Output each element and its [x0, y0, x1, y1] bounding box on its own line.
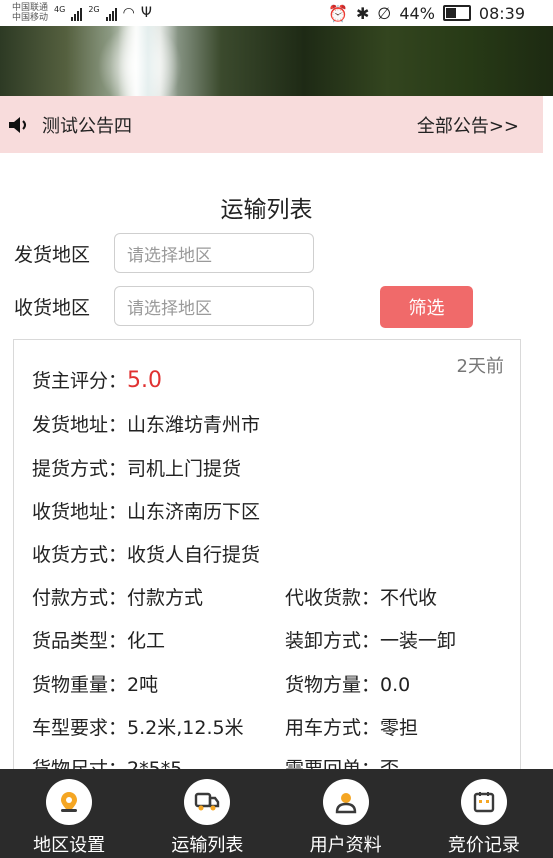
signal-bars-icon-2 — [105, 7, 117, 21]
truck-icon — [184, 779, 231, 825]
notice-text[interactable]: 测试公告四 — [42, 112, 132, 138]
goods-type-label: 货品类型： — [32, 630, 128, 652]
receive-address-label: 收货地址： — [32, 501, 128, 523]
pickup-method-value: 司机上门提货 — [127, 458, 242, 480]
weight-label: 货物重量： — [32, 674, 128, 696]
ship-region-select[interactable]: 请选择地区 — [114, 233, 314, 273]
nav-item-region-settings[interactable]: 地区设置 — [0, 769, 138, 858]
weight-line: 货物重量：2吨 货物方量：0.0 — [32, 670, 502, 697]
calendar-icon — [460, 779, 507, 825]
receive-address-line: 收货地址：山东济南历下区 — [32, 497, 260, 524]
battery-icon — [442, 5, 471, 21]
clock-time: 08:39 — [478, 3, 525, 23]
carrier-2: 中国移动 — [12, 13, 49, 23]
status-bar: 中国联通 中国移动 4G 2G ◠ Ψ ⏰ ✱ ∅ 44% 08:39 — [0, 0, 553, 26]
banner-image[interactable] — [0, 26, 553, 96]
pickup-method-line: 提货方式：司机上门提货 — [32, 454, 241, 481]
goods-type-value: 化工 — [127, 630, 166, 652]
speaker-icon — [8, 116, 30, 133]
rating-line: 货主评分：5.0 — [32, 366, 162, 393]
cod-label: 代收货款： — [285, 587, 381, 609]
vehicle-label: 车型要求： — [32, 717, 128, 739]
posted-time: 2天前 — [456, 356, 504, 377]
ship-region-label: 发货地区 — [14, 243, 91, 266]
carrier-names: 中国联通 中国移动 — [12, 3, 48, 23]
page-title: 运输列表 — [220, 197, 313, 223]
location-pin-icon — [46, 779, 93, 825]
payment-label: 付款方式： — [32, 587, 128, 609]
network-type-1: 4G — [54, 5, 66, 14]
battery-percent: 44% — [399, 3, 435, 23]
nav-item-user-profile[interactable]: 用户资料 — [277, 769, 415, 858]
receive-region-label: 收货地区 — [14, 296, 91, 319]
waterfall-graphic — [118, 26, 178, 96]
shipment-card[interactable]: 2天前 货主评分：5.0 发货地址：山东潍坊青州市 提货方式：司机上门提货 收货… — [13, 339, 521, 780]
user-icon — [322, 779, 369, 825]
receive-method-value: 收货人自行提货 — [127, 544, 261, 566]
nav-item-bid-records[interactable]: 竞价记录 — [415, 769, 553, 858]
network-type-2: 2G — [88, 5, 100, 14]
receive-method-label: 收货方式： — [32, 544, 128, 566]
receive-region-row: 收货地区 请选择地区 — [14, 286, 314, 326]
wifi-icon: ◠ — [122, 5, 135, 21]
payment-value: 付款方式 — [127, 587, 204, 609]
nav-label-user: 用户资料 — [309, 835, 382, 856]
rating-label: 货主评分： — [32, 370, 128, 392]
receive-region-select[interactable]: 请选择地区 — [114, 286, 314, 326]
nav-label-bids: 竞价记录 — [447, 835, 520, 856]
nav-label-region: 地区设置 — [33, 835, 106, 856]
nav-item-transport-list[interactable]: 运输列表 — [138, 769, 276, 858]
bottom-nav: 地区设置 运输列表 用户资料 竞价记录 — [0, 769, 553, 858]
loading-label: 装卸方式： — [285, 630, 381, 652]
usage-value: 零担 — [380, 717, 419, 739]
mute-icon: ∅ — [377, 3, 392, 23]
all-notices-link[interactable]: 全部公告>> — [417, 112, 519, 138]
rating-value: 5.0 — [127, 368, 163, 393]
ship-address-line: 发货地址：山东潍坊青州市 — [32, 410, 260, 437]
pickup-method-label: 提货方式： — [32, 458, 128, 480]
cod-value: 不代收 — [380, 587, 438, 609]
alarm-icon: ⏰ — [328, 3, 348, 23]
weight-value: 2吨 — [127, 674, 159, 696]
vehicle-line: 车型要求：5.2米,12.5米 用车方式：零担 — [32, 713, 502, 740]
loading-value: 一装一卸 — [380, 630, 457, 652]
notice-bar[interactable]: 测试公告四 全部公告>> — [0, 96, 543, 153]
usage-label: 用车方式： — [285, 717, 381, 739]
volume-value: 0.0 — [380, 674, 411, 696]
usb-icon: Ψ — [140, 5, 152, 21]
carrier-1: 中国联通 — [12, 3, 49, 13]
volume-label: 货物方量： — [285, 674, 381, 696]
payment-line: 付款方式：付款方式 代收货款：不代收 — [32, 583, 502, 610]
goods-type-line: 货品类型：化工 装卸方式：一装一卸 — [32, 626, 502, 653]
signal-bars-icon — [71, 7, 83, 21]
vehicle-value: 5.2米,12.5米 — [127, 717, 244, 739]
filter-button[interactable]: 筛选 — [380, 286, 473, 328]
receive-address-value: 山东济南历下区 — [127, 501, 261, 523]
ship-address-label: 发货地址： — [32, 414, 128, 436]
ship-address-value: 山东潍坊青州市 — [127, 414, 261, 436]
bluetooth-icon: ✱ — [355, 3, 370, 23]
receive-method-line: 收货方式：收货人自行提货 — [32, 540, 260, 567]
ship-region-row: 发货地区 请选择地区 — [14, 233, 314, 273]
nav-label-transport: 运输列表 — [171, 835, 244, 856]
